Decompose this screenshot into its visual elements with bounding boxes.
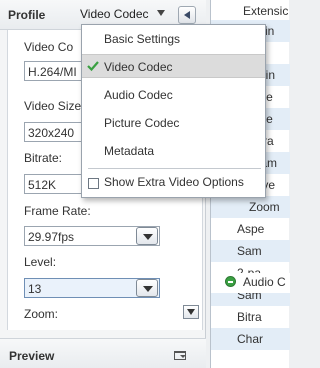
menu-item-picture-codec[interactable]: Picture Codec bbox=[82, 111, 265, 135]
extra-options-label[interactable]: Show Extra Video Options bbox=[104, 175, 244, 189]
menu-divider bbox=[88, 168, 261, 169]
profile-section-select[interactable]: Video Codec bbox=[80, 7, 149, 21]
menu-item-label: Video Codec bbox=[104, 60, 173, 74]
section-dropdown-menu: Basic Settings Video Codec Audio Codec P… bbox=[81, 24, 266, 198]
profile-title: Profile bbox=[8, 8, 46, 22]
chevron-down-icon bbox=[187, 309, 195, 315]
level-dropdown-button[interactable] bbox=[136, 279, 158, 297]
list-item[interactable]: Sam bbox=[211, 240, 290, 262]
preview-header[interactable]: Preview bbox=[0, 338, 206, 368]
collapse-group-icon[interactable] bbox=[225, 276, 236, 287]
menu-item-audio-codec[interactable]: Audio Codec bbox=[82, 83, 265, 107]
arrow-left-icon bbox=[184, 11, 190, 19]
menu-item-basic-settings[interactable]: Basic Settings bbox=[82, 27, 265, 51]
checkmark-icon bbox=[87, 61, 99, 72]
video-codec-select[interactable]: H.264/MI bbox=[24, 61, 88, 81]
scroll-down-button[interactable] bbox=[183, 305, 199, 319]
preview-title: Preview bbox=[9, 349, 55, 363]
audio-codec-group[interactable]: Audio C bbox=[211, 273, 290, 293]
video-size-select[interactable]: 320x240 bbox=[24, 122, 82, 142]
frame-rate-dropdown-button[interactable] bbox=[136, 227, 158, 245]
bitrate-select[interactable]: 512K bbox=[24, 174, 82, 194]
list-item[interactable]: Char bbox=[211, 328, 290, 350]
list-item[interactable]: Bitra bbox=[211, 306, 290, 328]
video-size-label: Video Size bbox=[24, 99, 82, 113]
collapse-panel-button[interactable] bbox=[178, 6, 196, 24]
menu-item-video-codec[interactable]: Video Codec bbox=[82, 54, 265, 78]
chevron-down-icon bbox=[143, 234, 153, 240]
expand-preview-icon[interactable] bbox=[174, 351, 186, 360]
zoom-label: Zoom: bbox=[24, 307, 59, 321]
list-item[interactable]: Extensic bbox=[211, 0, 290, 22]
bitrate-label: Bitrate: bbox=[24, 151, 63, 165]
extra-options-checkbox[interactable] bbox=[88, 178, 99, 189]
list-item[interactable]: Aspe bbox=[211, 218, 290, 240]
list-item[interactable]: Zoom bbox=[211, 196, 290, 218]
chevron-down-icon[interactable] bbox=[157, 10, 165, 16]
level-label: Level: bbox=[24, 255, 57, 269]
video-codec-label: Video Co bbox=[24, 40, 74, 54]
chevron-down-icon bbox=[143, 286, 153, 292]
frame-rate-label: Frame Rate: bbox=[24, 204, 91, 218]
menu-item-metadata[interactable]: Metadata bbox=[82, 139, 265, 163]
